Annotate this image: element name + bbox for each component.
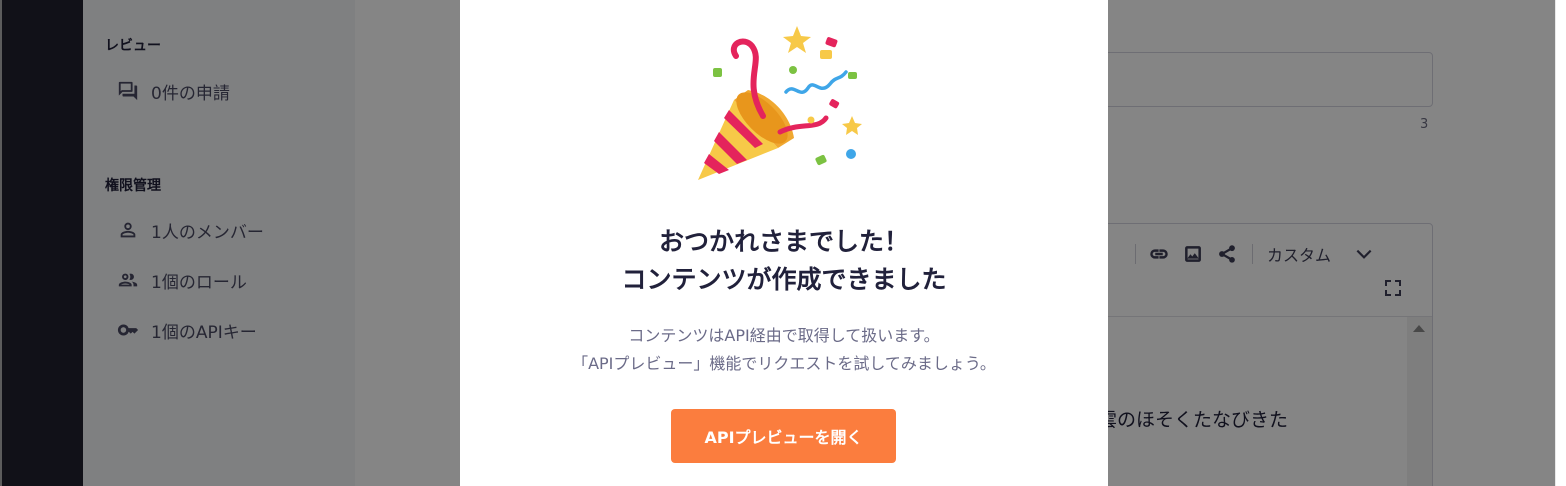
modal-title-line-1: おつかれさまでした！ <box>658 227 909 256</box>
party-popper-icon <box>698 26 862 180</box>
modal-description-line-2: 「APIプレビュー」機能でリクエストを試してみましょう。 <box>572 354 996 373</box>
modal-description-line-1: コンテンツはAPI経由で取得して扱います。 <box>628 326 940 345</box>
modal-title-line-2: コンテンツが作成できました <box>621 265 947 294</box>
open-api-preview-button[interactable]: APIプレビューを開く <box>671 409 896 463</box>
page-scrollbar[interactable] <box>1555 0 1566 486</box>
